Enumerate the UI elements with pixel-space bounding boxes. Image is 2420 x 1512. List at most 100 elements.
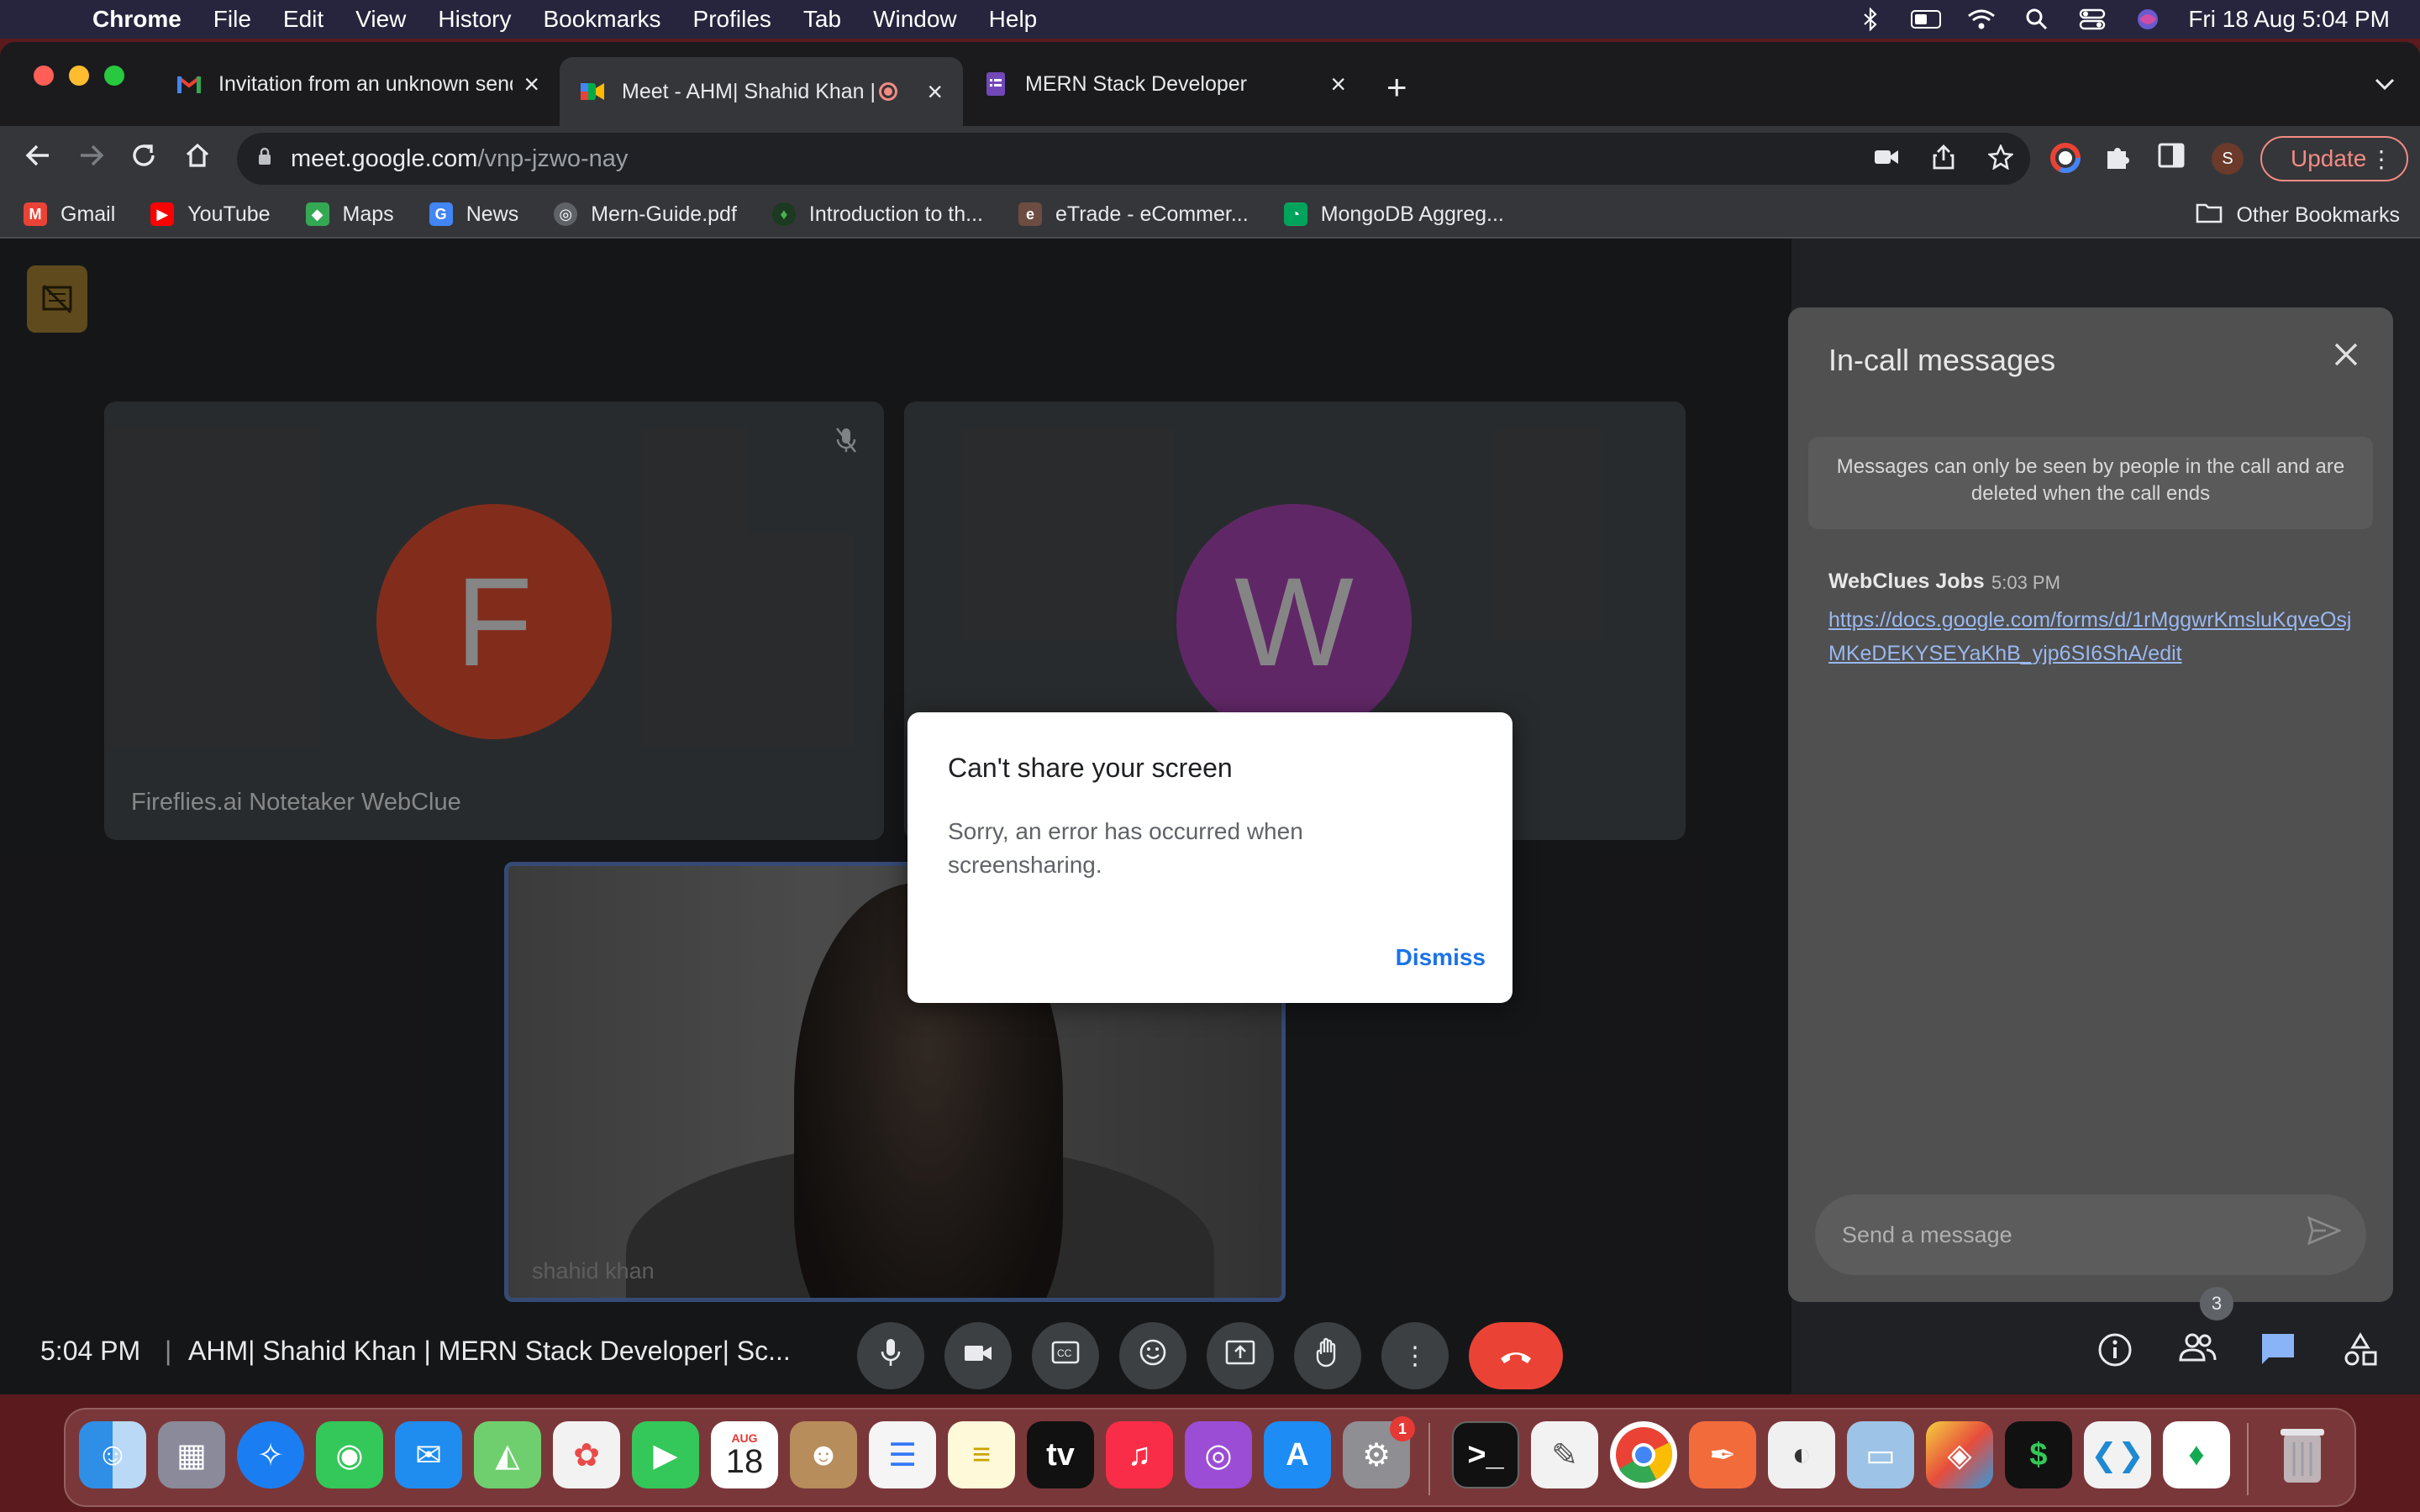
captions-button[interactable]: CC (1032, 1322, 1099, 1389)
bookmark-mern-guide[interactable]: ◎ Mern-Guide.pdf (554, 202, 737, 227)
chrome-icon[interactable] (1610, 1421, 1677, 1488)
menu-file[interactable]: File (213, 6, 251, 33)
reload-icon[interactable] (129, 141, 158, 176)
home-icon[interactable] (183, 141, 212, 176)
reminders-icon[interactable]: ☰ (869, 1421, 936, 1488)
bookmark-maps[interactable]: ◆ Maps (305, 202, 394, 227)
safari-icon[interactable]: ✧ (237, 1421, 304, 1488)
chat-icon[interactable] (2260, 1332, 2296, 1374)
new-tab-plus-icon[interactable]: + (1386, 67, 1407, 108)
color-extension-icon[interactable] (2050, 143, 2081, 180)
podcasts-icon[interactable]: ◎ (1185, 1421, 1252, 1488)
tab-search-chevron-icon[interactable] (2375, 69, 2395, 97)
lock-icon[interactable] (257, 147, 272, 171)
postman-icon[interactable]: ✒ (1689, 1421, 1756, 1488)
send-message-input[interactable] (1842, 1218, 2296, 1252)
menu-window[interactable]: Window (873, 6, 957, 33)
side-panel-icon[interactable] (2158, 143, 2185, 175)
update-button[interactable]: Update ⋮ (2260, 136, 2408, 181)
menu-profiles[interactable]: Profiles (693, 6, 771, 33)
menubar-clock[interactable]: Fri 18 Aug 5:04 PM (2188, 6, 2390, 33)
iterm-icon[interactable]: $ (2005, 1421, 2072, 1488)
terminal-icon[interactable]: >_ (1452, 1421, 1519, 1488)
leave-call-button[interactable] (1469, 1322, 1563, 1389)
tab-forms[interactable]: MERN Stack Developer × (963, 57, 1366, 111)
microphone-button[interactable] (857, 1322, 924, 1389)
photos-icon[interactable]: ✿ (553, 1421, 620, 1488)
preview-icon[interactable]: ▭ (1847, 1421, 1914, 1488)
finder-icon[interactable]: ☺ (79, 1421, 146, 1488)
present-screen-button[interactable] (1207, 1322, 1274, 1389)
tab-close-icon[interactable]: × (927, 76, 943, 108)
send-icon[interactable] (2307, 1215, 2343, 1252)
menu-edit[interactable]: Edit (283, 6, 324, 33)
music-icon[interactable]: ♫ (1106, 1421, 1173, 1488)
forward-arrow-icon[interactable] (77, 141, 106, 176)
reactions-button[interactable] (1119, 1322, 1186, 1389)
vscode-icon[interactable]: ❮❯ (2084, 1421, 2151, 1488)
close-window-button[interactable] (34, 66, 54, 86)
notes-icon[interactable]: ≡ (948, 1421, 1015, 1488)
battery-icon[interactable] (1911, 8, 1942, 31)
apple-tv-icon[interactable]: tv (1027, 1421, 1094, 1488)
zoom-window-button[interactable] (104, 66, 124, 86)
mail-icon[interactable]: ✉ (395, 1421, 462, 1488)
menu-tab[interactable]: Tab (803, 6, 841, 33)
dismiss-button[interactable]: Dismiss (1396, 944, 1486, 971)
bookmark-youtube[interactable]: ▶ YouTube (150, 202, 271, 227)
bookmark-news[interactable]: G News (429, 202, 518, 227)
textedit-icon[interactable]: ✎ (1531, 1421, 1598, 1488)
trash-icon[interactable] (2269, 1421, 2336, 1488)
close-panel-icon[interactable] (2333, 336, 2360, 376)
spotlight-search-icon[interactable] (2022, 8, 2052, 31)
tab-close-icon[interactable]: × (523, 69, 539, 100)
color-picker-icon[interactable]: ◈ (1926, 1421, 1993, 1488)
more-options-button[interactable]: ⋮ (1381, 1322, 1449, 1389)
raise-hand-button[interactable] (1294, 1322, 1361, 1389)
minimize-window-button[interactable] (69, 66, 89, 86)
camera-in-use-icon[interactable] (1874, 144, 1899, 176)
menu-help[interactable]: Help (989, 6, 1038, 33)
siri-icon[interactable] (2133, 8, 2163, 31)
calendar-icon[interactable]: AUG 18 (711, 1421, 778, 1488)
tab-gmail-invitation[interactable]: Invitation from an unknown sender × (156, 57, 560, 111)
meeting-info-icon[interactable] (2097, 1332, 2133, 1376)
window-controls (34, 66, 124, 86)
bookmark-introduction[interactable]: ♦ Introduction to th... (771, 202, 983, 227)
message-link[interactable]: https://docs.google.com/forms/d/1rMggwrK… (1828, 603, 2366, 670)
menu-app-name[interactable]: Chrome (92, 6, 182, 33)
back-arrow-icon[interactable] (24, 141, 52, 176)
more-vert-icon[interactable]: ⋮ (2370, 145, 2393, 173)
other-bookmarks[interactable]: Other Bookmarks (2196, 202, 2400, 229)
bookmark-etrade[interactable]: e eTrade - eCommer... (1018, 202, 1249, 227)
extensions-puzzle-icon[interactable] (2104, 143, 2133, 178)
address-bar[interactable]: meet.google.com/vnp-jzwo-nay (237, 133, 2030, 185)
bookmark-star-icon[interactable] (1986, 143, 2015, 176)
maps-icon[interactable]: ◭ (474, 1421, 541, 1488)
activities-icon[interactable] (2343, 1332, 2378, 1376)
messages-icon[interactable]: ◉ (316, 1421, 383, 1488)
system-settings-icon[interactable]: ⚙ 1 (1343, 1416, 1415, 1488)
tab-close-icon[interactable]: × (1330, 69, 1346, 100)
bookmark-mongodb[interactable]: ◔ MongoDB Aggreg... (1283, 202, 1504, 227)
github-desktop-icon[interactable]: ◐ (1768, 1421, 1835, 1488)
bookmark-gmail[interactable]: M Gmail (24, 202, 115, 227)
chrome-window: Invitation from an unknown sender × Meet… (0, 42, 2420, 1394)
app-store-icon[interactable]: A (1264, 1421, 1331, 1488)
share-icon[interactable] (1933, 144, 1954, 176)
control-center-icon[interactable] (2077, 8, 2107, 31)
contacts-icon[interactable]: ☻ (790, 1421, 857, 1488)
bookmark-label: Gmail (60, 202, 116, 226)
people-icon[interactable] (2178, 1332, 2217, 1371)
launchpad-icon[interactable]: ▦ (158, 1421, 225, 1488)
camera-button[interactable] (944, 1322, 1012, 1389)
mongodb-compass-icon[interactable]: ♦ (2163, 1421, 2230, 1488)
menu-history[interactable]: History (438, 6, 511, 33)
facetime-icon[interactable]: ▶ (632, 1421, 699, 1488)
wifi-icon[interactable] (1966, 8, 1996, 31)
menu-bookmarks[interactable]: Bookmarks (543, 6, 660, 33)
profile-avatar[interactable]: S (2212, 143, 2244, 175)
menu-view[interactable]: View (355, 6, 406, 33)
bluetooth-icon[interactable] (1855, 8, 1886, 31)
tab-meet[interactable]: Meet - AHM| Shahid Khan | MERN Stack Dev… (560, 57, 963, 126)
